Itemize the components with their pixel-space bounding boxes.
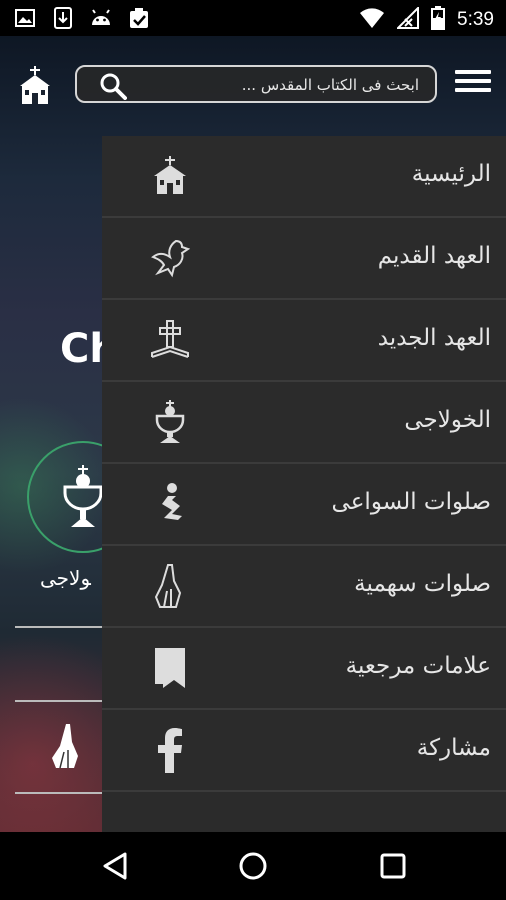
menu-bar: [455, 70, 491, 74]
menu-bar: [455, 88, 491, 92]
search-input[interactable]: [137, 67, 421, 103]
back-icon[interactable]: [99, 850, 131, 882]
divider: [15, 700, 115, 702]
drawer-item-label: علامات مرجعية: [345, 653, 491, 679]
drawer-item-arrow-prayers[interactable]: صلوات سهمية: [102, 546, 506, 628]
church-icon: [20, 66, 50, 104]
search-bar[interactable]: [75, 65, 437, 103]
dove-icon: [148, 236, 192, 280]
system-navigation-bar: [0, 832, 506, 900]
praying-hands-icon[interactable]: [48, 722, 88, 770]
menu-bar: [455, 79, 491, 83]
recents-icon[interactable]: [377, 850, 409, 882]
divider: [15, 792, 115, 794]
background-glow: [0, 596, 110, 836]
wifi-icon: [359, 7, 385, 33]
drawer-item-label: الرئيسية: [411, 161, 491, 187]
bookmark-icon: [148, 646, 192, 690]
divider: [15, 626, 115, 628]
drawer-item-label: الخولاجى: [404, 407, 491, 433]
signal-icon: [395, 5, 420, 33]
facebook-icon: [148, 728, 192, 773]
drawer-item-old-testament[interactable]: العهد القديم: [102, 218, 506, 300]
clock: 5:39: [457, 9, 494, 30]
drawer-item-label: صلوات سهمية: [354, 571, 491, 597]
system-status: 5:39: [359, 5, 494, 34]
praying-hands-icon: [148, 564, 192, 608]
drawer-item-label: مشاركة: [416, 735, 491, 761]
image-icon: [14, 7, 36, 29]
status-bar: 5:39: [0, 0, 506, 36]
hamburger-menu-button[interactable]: [455, 70, 491, 98]
drawer-item-share[interactable]: مشاركة: [102, 710, 506, 792]
home-icon[interactable]: [237, 850, 269, 882]
background-card-label: ﻮﻻﺟﻰ: [40, 566, 91, 590]
download-icon: [52, 7, 74, 29]
drawer-item-bookmarks[interactable]: علامات مرجعية: [102, 628, 506, 710]
drawer-item-hours-prayers[interactable]: صلوات السواعى: [102, 464, 506, 546]
cross-bible-icon: [148, 318, 192, 362]
top-app-bar: [0, 36, 506, 136]
drawer-item-label: صلوات السواعى: [331, 489, 491, 515]
drawer-item-label: العهد الجديد: [377, 325, 491, 351]
battery-icon: [431, 6, 446, 34]
clipboard-check-icon: [128, 7, 150, 29]
chalice-icon: [148, 400, 192, 444]
drawer-item-label: العهد القديم: [377, 243, 491, 269]
drawer-item-new-testament[interactable]: العهد الجديد: [102, 300, 506, 382]
drawer-item-euchologion[interactable]: الخولاجى: [102, 382, 506, 464]
navigation-drawer: الرئيسية العهد القديم العهد الجديد الخول…: [102, 136, 506, 832]
home-church-button[interactable]: [16, 66, 54, 106]
drawer-item-home[interactable]: الرئيسية: [102, 136, 506, 218]
kneeling-person-icon: [148, 482, 192, 526]
notification-icons: [14, 7, 150, 29]
android-icon: [90, 7, 112, 29]
search-icon[interactable]: [99, 72, 127, 100]
church-icon: [148, 154, 192, 198]
